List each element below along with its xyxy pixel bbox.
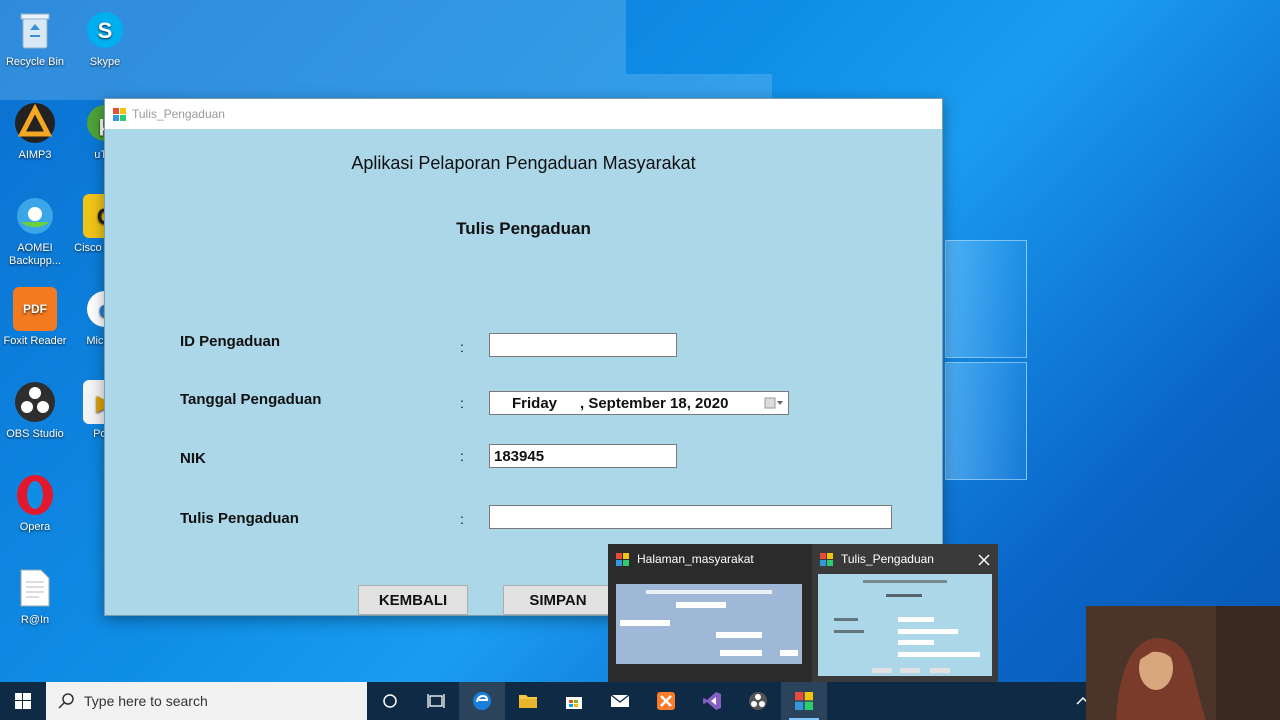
store-icon <box>566 697 582 709</box>
taskbar-edge[interactable] <box>459 682 505 720</box>
preview-title: Halaman_masyarakat <box>637 552 754 566</box>
desktop-icon-aimp[interactable]: AIMP3 <box>0 101 70 162</box>
app-window-icon <box>616 552 629 566</box>
preview-title: Tulis_Pengaduan <box>841 552 934 566</box>
app-window-icon <box>113 107 126 121</box>
search-placeholder: Type here to search <box>84 693 208 709</box>
search-icon <box>58 693 74 709</box>
recycle-bin-icon <box>13 8 57 52</box>
close-icon[interactable] <box>976 552 992 568</box>
desktop-icon-recycle-bin[interactable]: Recycle Bin <box>0 8 70 69</box>
text-file-icon <box>13 566 57 610</box>
taskbar-preview-popup: Halaman_masyarakat Tulis_Pengaduan <box>608 544 998 684</box>
form-title: Tulis Pengaduan <box>456 219 591 238</box>
app-window-icon <box>795 692 813 710</box>
background-window-ghost-2 <box>626 74 772 100</box>
cortana-icon <box>383 694 397 708</box>
aomei-backupper-icon <box>13 194 57 238</box>
preview-halaman-masyarakat[interactable]: Halaman_masyarakat <box>608 544 808 684</box>
app-window-icon <box>820 552 833 566</box>
tulis-pengaduan-window: Tulis_Pengaduan Aplikasi Pelaporan Penga… <box>104 98 943 616</box>
desktop-icon-foxit[interactable]: PDF Foxit Reader <box>0 287 70 348</box>
date-value: , September 18, 2020 <box>580 394 729 412</box>
window-titlebar[interactable]: Tulis_Pengaduan <box>105 99 942 129</box>
tulis-pengaduan-label: Tulis Pengaduan <box>180 510 299 527</box>
desktop-icon-label: AIMP3 <box>18 149 52 161</box>
date-day: Friday <box>512 394 558 412</box>
obs-studio-icon <box>749 692 767 710</box>
aimp-icon <box>13 101 57 145</box>
tulis-pengaduan-input[interactable] <box>489 505 892 529</box>
desktop-icon-aomei[interactable]: AOMEI Backupp... <box>0 194 70 268</box>
desktop-icon-label: Recycle Bin <box>5 56 65 68</box>
edge-icon <box>473 692 491 710</box>
webcam-overlay <box>1086 606 1280 720</box>
colon-separator: : <box>460 395 464 411</box>
task-view-button[interactable] <box>413 682 459 720</box>
foxit-reader-icon: PDF <box>13 287 57 331</box>
id-pengaduan-input[interactable] <box>489 333 677 357</box>
nik-label: NIK <box>180 450 206 467</box>
tanggal-pengaduan-datepicker[interactable]: Friday , September 18, 2020 <box>489 391 789 415</box>
desktop-icon-label: Skype <box>89 56 121 68</box>
window-title: Tulis_Pengaduan <box>132 107 225 121</box>
opera-icon <box>13 473 57 517</box>
preview-thumbnail-image <box>616 584 802 664</box>
taskbar-obs[interactable] <box>735 682 781 720</box>
taskbar-mail[interactable] <box>597 682 643 720</box>
desktop-icon-label: AOMEI Backupp... <box>9 242 61 267</box>
nik-input[interactable] <box>489 444 677 468</box>
cortana-button[interactable] <box>367 682 413 720</box>
preview-tulis-pengaduan[interactable]: Tulis_Pengaduan <box>812 544 998 684</box>
desktop-icon-label: OBS Studio <box>6 428 64 440</box>
taskbar-store[interactable] <box>551 682 597 720</box>
start-button[interactable] <box>0 682 46 720</box>
windows-wallpaper-logo <box>945 240 1027 480</box>
mail-icon <box>610 694 630 707</box>
taskbar-xampp[interactable] <box>643 682 689 720</box>
kembali-button[interactable]: KEMBALI <box>358 585 468 615</box>
desktop-icon-obs[interactable]: OBS Studio <box>0 380 70 441</box>
desktop-icon-opera[interactable]: Opera <box>0 473 70 534</box>
desktop-icon-label: Foxit Reader <box>3 335 67 347</box>
taskbar-search-box[interactable]: Type here to search <box>46 682 367 720</box>
preview-thumbnail-image <box>818 574 992 676</box>
skype-icon: S <box>87 12 123 48</box>
desktop-icon-label: R@In <box>20 614 50 626</box>
folder-icon <box>519 695 537 708</box>
desktop-icon-file[interactable]: R@In <box>0 566 70 627</box>
tanggal-pengaduan-label: Tanggal Pengaduan <box>180 391 322 408</box>
id-pengaduan-label: ID Pengaduan <box>180 333 281 350</box>
taskbar-winforms-app[interactable] <box>781 682 827 720</box>
taskbar-file-explorer[interactable] <box>505 682 551 720</box>
task-view-icon <box>427 694 445 708</box>
windows-start-icon <box>15 693 31 709</box>
obs-studio-icon <box>13 380 57 424</box>
xampp-icon <box>657 692 675 710</box>
app-heading: Aplikasi Pelaporan Pengaduan Masyarakat <box>351 153 696 173</box>
desktop-icon-skype[interactable]: S Skype <box>70 8 140 69</box>
desktop-icon-label: Opera <box>19 521 51 533</box>
colon-separator: : <box>460 339 464 355</box>
taskbar-visual-studio[interactable] <box>689 682 735 720</box>
visual-studio-icon <box>703 692 721 710</box>
simpan-button[interactable]: SIMPAN <box>503 585 613 615</box>
colon-separator: : <box>460 448 464 464</box>
presenter-image <box>1086 606 1280 720</box>
colon-separator: : <box>460 511 464 527</box>
calendar-dropdown-icon[interactable] <box>764 396 784 410</box>
